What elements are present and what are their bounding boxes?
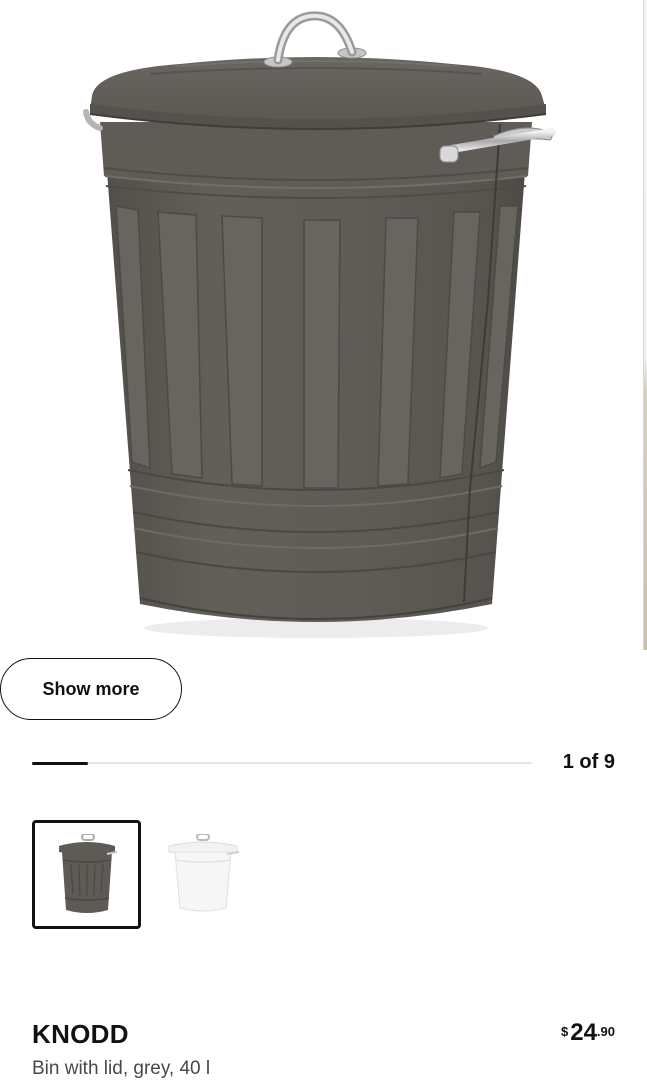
price-currency: $ [560, 1024, 569, 1039]
next-slide-preview[interactable] [643, 0, 647, 650]
main-product-image [83, 11, 556, 638]
product-name: KNODD [32, 1019, 129, 1049]
gallery-progress-fill [32, 761, 88, 765]
product-description: Bin with lid, grey, 40 l [32, 1058, 211, 1079]
gallery-progress-bar [32, 761, 532, 765]
grey-bin-thumbnail-image [58, 833, 117, 913]
white-bin-thumbnail-image [168, 833, 239, 911]
price-decimal: .90 [596, 1024, 615, 1039]
slide-counter: 1 of 9 [562, 751, 615, 773]
show-more-button[interactable]: Show more [0, 658, 182, 720]
product-page: Show more 1 of 9 KNODD Bin with lid, gre… [0, 0, 647, 1080]
product-price: $ 24 .90 [561, 1021, 615, 1045]
thumbnail-white[interactable] [148, 820, 257, 929]
thumbnail-grey[interactable] [32, 820, 141, 929]
product-image-gallery[interactable] [0, 0, 647, 650]
slide-edge [643, 0, 644, 650]
price-integer: 24 [570, 1019, 597, 1046]
